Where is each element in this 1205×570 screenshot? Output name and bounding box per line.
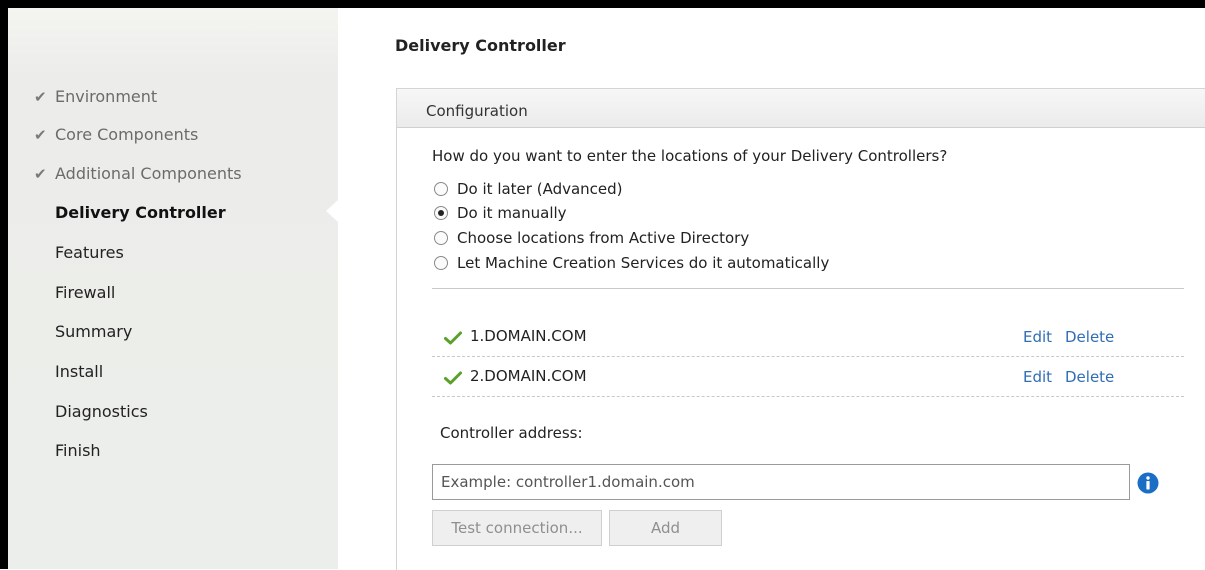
radio-option-mcs-automatic[interactable]: Let Machine Creation Services do it auto… (434, 253, 829, 273)
radio-label[interactable]: Do it later (Advanced) (457, 180, 623, 198)
test-connection-button[interactable]: Test connection... (432, 510, 602, 546)
check-icon (444, 331, 462, 345)
controller-list-item: 2.DOMAIN.COM Edit Delete (432, 357, 1184, 397)
add-button[interactable]: Add (609, 510, 722, 546)
delete-link[interactable]: Delete (1065, 328, 1114, 346)
sidebar-item-features: Features (55, 243, 124, 263)
sidebar-item-delivery-controller[interactable]: Delivery Controller (55, 203, 226, 223)
sidebar-item-firewall: Firewall (55, 283, 115, 303)
radio-option-do-it-later[interactable]: Do it later (Advanced) (434, 179, 623, 199)
sidebar-item-environment[interactable]: ✔ Environment (34, 87, 157, 107)
sidebar-item-label: Summary (55, 322, 133, 341)
sidebar-item-finish: Finish (55, 441, 101, 461)
controller-address-input[interactable] (432, 464, 1130, 500)
radio-option-do-it-manually[interactable]: Do it manually (434, 203, 567, 223)
step-complete-icon: ✔ (34, 165, 47, 183)
sidebar-item-label: Delivery Controller (55, 203, 226, 222)
sidebar-item-label: Features (55, 243, 124, 262)
step-complete-icon: ✔ (34, 126, 47, 144)
sidebar-item-summary: Summary (55, 322, 132, 342)
sidebar-item-label: Install (55, 362, 104, 381)
active-step-pointer (326, 200, 338, 222)
sidebar-item-additional-components[interactable]: ✔ Additional Components (34, 164, 242, 184)
sidebar-item-label: Diagnostics (55, 402, 148, 421)
controller-name: 1.DOMAIN.COM (470, 327, 587, 345)
sidebar-item-label: Environment (55, 87, 158, 106)
radio-label[interactable]: Let Machine Creation Services do it auto… (457, 254, 829, 272)
delete-link[interactable]: Delete (1065, 368, 1114, 386)
sidebar-item-install: Install (55, 362, 103, 382)
check-icon (444, 371, 462, 385)
sidebar-item-label: Finish (55, 441, 101, 460)
window-frame-top (0, 0, 1205, 8)
edit-link[interactable]: Edit (1023, 368, 1052, 386)
edit-link[interactable]: Edit (1023, 328, 1052, 346)
radio-label[interactable]: Choose locations from Active Directory (457, 229, 749, 247)
radio-button-selected[interactable] (434, 206, 448, 220)
step-complete-icon: ✔ (34, 88, 47, 106)
sidebar-item-label: Firewall (55, 283, 116, 302)
sidebar-item-diagnostics: Diagnostics (55, 402, 148, 422)
controller-name: 2.DOMAIN.COM (470, 367, 587, 385)
info-icon[interactable] (1137, 472, 1159, 494)
controller-list-item: 1.DOMAIN.COM Edit Delete (432, 317, 1184, 357)
page-title: Delivery Controller (395, 36, 566, 55)
radio-option-active-directory[interactable]: Choose locations from Active Directory (434, 228, 749, 248)
radio-button[interactable] (434, 256, 448, 270)
radio-button[interactable] (434, 182, 448, 196)
radio-label[interactable]: Do it manually (457, 204, 567, 222)
sidebar-item-label: Core Components (55, 125, 199, 144)
panel-header: Configuration (397, 89, 1205, 128)
section-divider (432, 288, 1184, 289)
panel-title: Configuration (426, 102, 528, 120)
radio-button[interactable] (434, 231, 448, 245)
sidebar-item-core-components[interactable]: ✔ Core Components (34, 125, 198, 145)
location-question: How do you want to enter the locations o… (432, 147, 948, 165)
window-frame-left (0, 0, 8, 569)
controller-address-label: Controller address: (440, 424, 583, 442)
sidebar-item-label: Additional Components (55, 164, 242, 183)
